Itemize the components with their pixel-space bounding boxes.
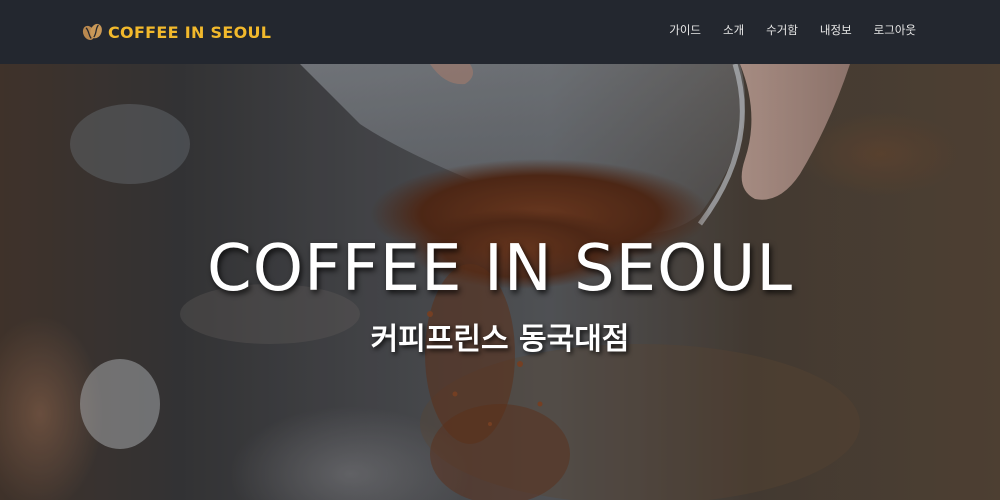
nav-link-logout[interactable]: 로그아웃 bbox=[874, 22, 916, 38]
brand-logo-link[interactable]: COFFEE IN SEOUL bbox=[81, 20, 271, 44]
nav-link-about[interactable]: 소개 bbox=[723, 22, 744, 38]
main-nav: 가이드 소개 수거함 내정보 로그아웃 bbox=[669, 22, 916, 38]
hero-banner: COFFEE IN SEOUL 커피프린스 동국대점 bbox=[0, 64, 1000, 500]
nav-link-guide[interactable]: 가이드 bbox=[669, 22, 701, 38]
nav-link-collection-box[interactable]: 수거함 bbox=[766, 22, 798, 38]
hero-subtitle: 커피프린스 동국대점 bbox=[370, 322, 630, 357]
coffee-bean-icon bbox=[82, 23, 102, 40]
navbar: COFFEE IN SEOUL 가이드 소개 수거함 내정보 로그아웃 bbox=[0, 0, 1000, 64]
brand-name: COFFEE IN SEOUL bbox=[108, 22, 272, 42]
hero-title: COFFEE IN SEOUL bbox=[207, 232, 793, 306]
nav-link-my-info[interactable]: 내정보 bbox=[820, 22, 852, 38]
